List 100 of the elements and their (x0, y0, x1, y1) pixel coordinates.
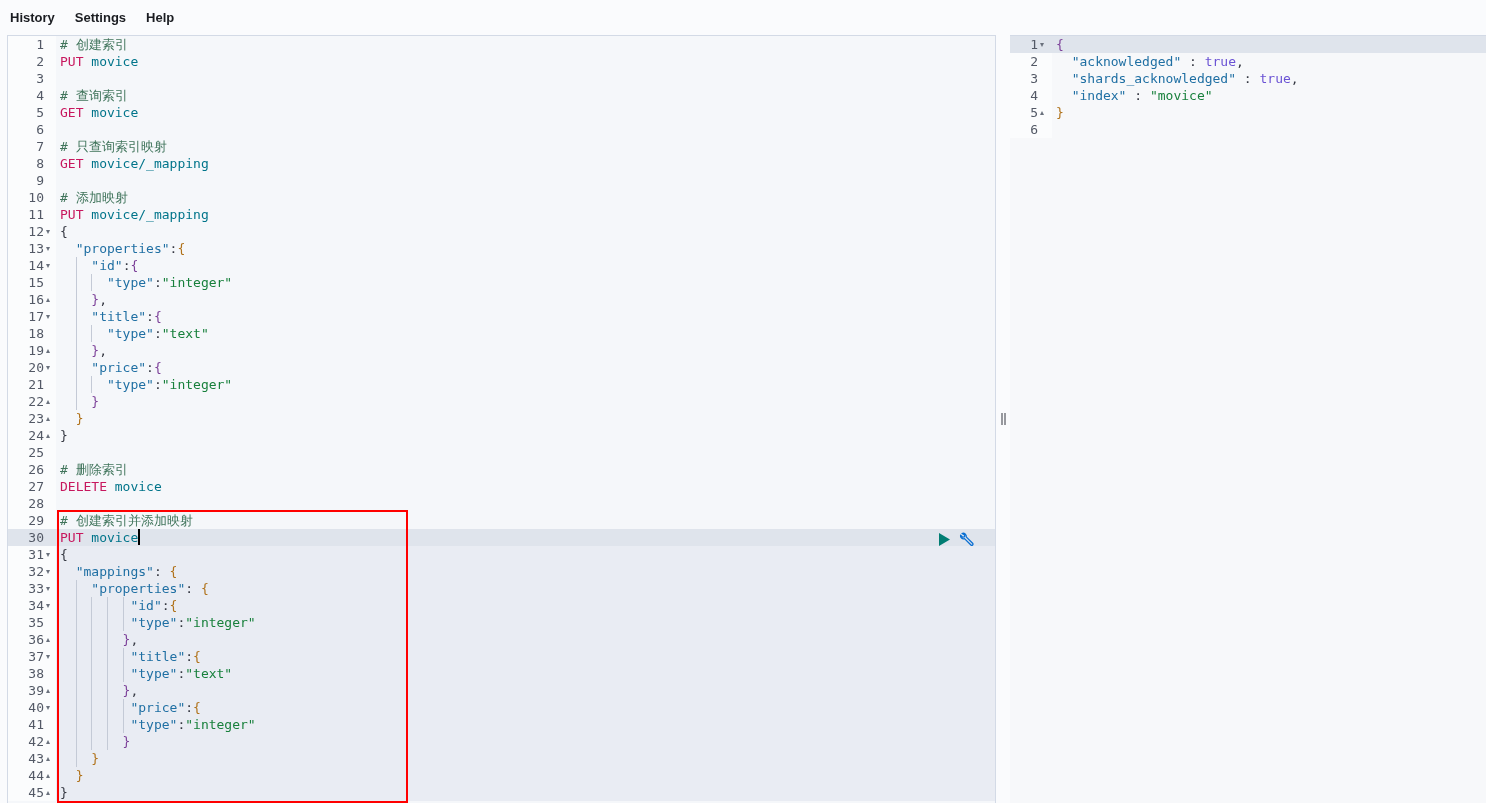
fold-toggle[interactable]: ▴ (46, 393, 50, 410)
line-number: 15 (27, 274, 44, 291)
fold-toggle[interactable]: ▴ (46, 767, 50, 784)
code-line: }, (90, 292, 107, 307)
fold-toggle[interactable]: ▾ (46, 223, 50, 240)
code-line: "price":{ (129, 700, 201, 715)
line-number: 6 (35, 121, 44, 138)
fold-toggle[interactable]: ▾ (1040, 36, 1044, 53)
line-number: 38 (27, 665, 44, 682)
line-number: 2 (35, 53, 44, 70)
code-line: # 创建索引 (60, 37, 128, 52)
code-line: # 添加映射 (60, 190, 128, 205)
line-number: 7 (35, 138, 44, 155)
code-line: "type":"integer" (129, 615, 256, 630)
code-line: } (60, 785, 68, 800)
line-number: 35 (27, 614, 44, 631)
menu-item[interactable]: Help (146, 7, 175, 28)
line-number: 23 (27, 410, 44, 427)
line-number: 1 (35, 36, 44, 53)
fold-toggle[interactable]: ▾ (46, 580, 50, 597)
line-number: 30 (27, 529, 44, 546)
fold-toggle[interactable]: ▾ (46, 240, 50, 257)
code-line: "shards_acknowledged" : true, (1070, 71, 1299, 86)
line-number: 3 (35, 70, 44, 87)
line-number: 28 (27, 495, 44, 512)
line-number: 3 (1029, 70, 1038, 87)
code-line: }, (121, 683, 139, 698)
code-line: "properties":{ (74, 241, 186, 256)
code-line: "index" : "movice" (1070, 88, 1213, 103)
code-line: { (60, 547, 68, 562)
code-line: "id":{ (129, 598, 178, 613)
line-number: 37 (27, 648, 44, 665)
line-number: 6 (1029, 121, 1038, 138)
code-line: # 查询索引 (60, 88, 128, 103)
line-number: 29 (27, 512, 44, 529)
line-number: 34 (27, 597, 44, 614)
line-number: 17 (27, 308, 44, 325)
line-number: 21 (27, 376, 44, 393)
line-number: 12 (27, 223, 44, 240)
code-line: # 创建索引并添加映射 (60, 513, 193, 528)
line-number: 39 (27, 682, 44, 699)
fold-toggle[interactable]: ▴ (46, 342, 50, 359)
line-number: 10 (27, 189, 44, 206)
fold-toggle[interactable]: ▾ (46, 699, 50, 716)
line-number: 5 (35, 104, 44, 121)
line-number: 9 (35, 172, 44, 189)
fold-toggle[interactable]: ▴ (46, 784, 50, 801)
fold-toggle[interactable]: ▴ (1040, 104, 1044, 121)
fold-toggle[interactable]: ▾ (46, 546, 50, 563)
fold-toggle[interactable]: ▴ (46, 291, 50, 308)
line-number: 40 (27, 699, 44, 716)
code-line: } (1056, 105, 1064, 120)
fold-toggle[interactable]: ▾ (46, 308, 50, 325)
code-line: { (1056, 37, 1064, 52)
line-number: 43 (27, 750, 44, 767)
code-line: DELETE movice (60, 479, 162, 494)
fold-toggle[interactable]: ▴ (46, 733, 50, 750)
resize-handle-icon[interactable] (1000, 413, 1006, 425)
fold-toggle[interactable]: ▴ (46, 427, 50, 444)
code-line: } (74, 411, 84, 426)
line-number: 19 (27, 342, 44, 359)
code-line: "type":"text" (129, 666, 233, 681)
play-icon[interactable] (939, 532, 950, 546)
code-line: PUT movice/_mapping (60, 207, 209, 222)
menu-item[interactable]: Settings (74, 7, 127, 28)
fold-toggle[interactable]: ▾ (46, 648, 50, 665)
fold-toggle[interactable]: ▾ (46, 563, 50, 580)
menu-item[interactable]: History (10, 7, 55, 28)
line-number: 14 (27, 257, 44, 274)
code-line: "type":"integer" (105, 377, 233, 392)
line-number: 4 (1029, 87, 1038, 104)
line-number: 26 (27, 461, 44, 478)
fold-toggle[interactable]: ▾ (46, 257, 50, 274)
code-line: } (90, 394, 100, 409)
code-line: "properties": { (90, 581, 209, 596)
code-line: "type":"integer" (129, 717, 256, 732)
code-line: } (121, 734, 131, 749)
line-number: 2 (1029, 53, 1038, 70)
code-line: GET movice/_mapping (60, 156, 209, 171)
line-number: 18 (27, 325, 44, 342)
fold-toggle[interactable]: ▴ (46, 410, 50, 427)
line-number: 41 (27, 716, 44, 733)
line-number: 44 (27, 767, 44, 784)
fold-toggle[interactable]: ▾ (46, 359, 50, 376)
fold-toggle[interactable]: ▴ (46, 682, 50, 699)
code-line: # 只查询索引映射 (60, 139, 167, 154)
line-number: 25 (27, 444, 44, 461)
line-number: 5 (1029, 104, 1038, 121)
wrench-icon[interactable] (959, 531, 975, 547)
line-number: 36 (27, 631, 44, 648)
code-line: "id":{ (90, 258, 139, 273)
fold-toggle[interactable]: ▴ (46, 631, 50, 648)
code-line: } (74, 768, 84, 783)
line-number: 8 (35, 155, 44, 172)
line-number: 31 (27, 546, 44, 563)
fold-toggle[interactable]: ▴ (46, 750, 50, 767)
fold-toggle[interactable]: ▾ (46, 597, 50, 614)
line-number: 4 (35, 87, 44, 104)
code-line: "price":{ (90, 360, 162, 375)
line-number: 22 (27, 393, 44, 410)
